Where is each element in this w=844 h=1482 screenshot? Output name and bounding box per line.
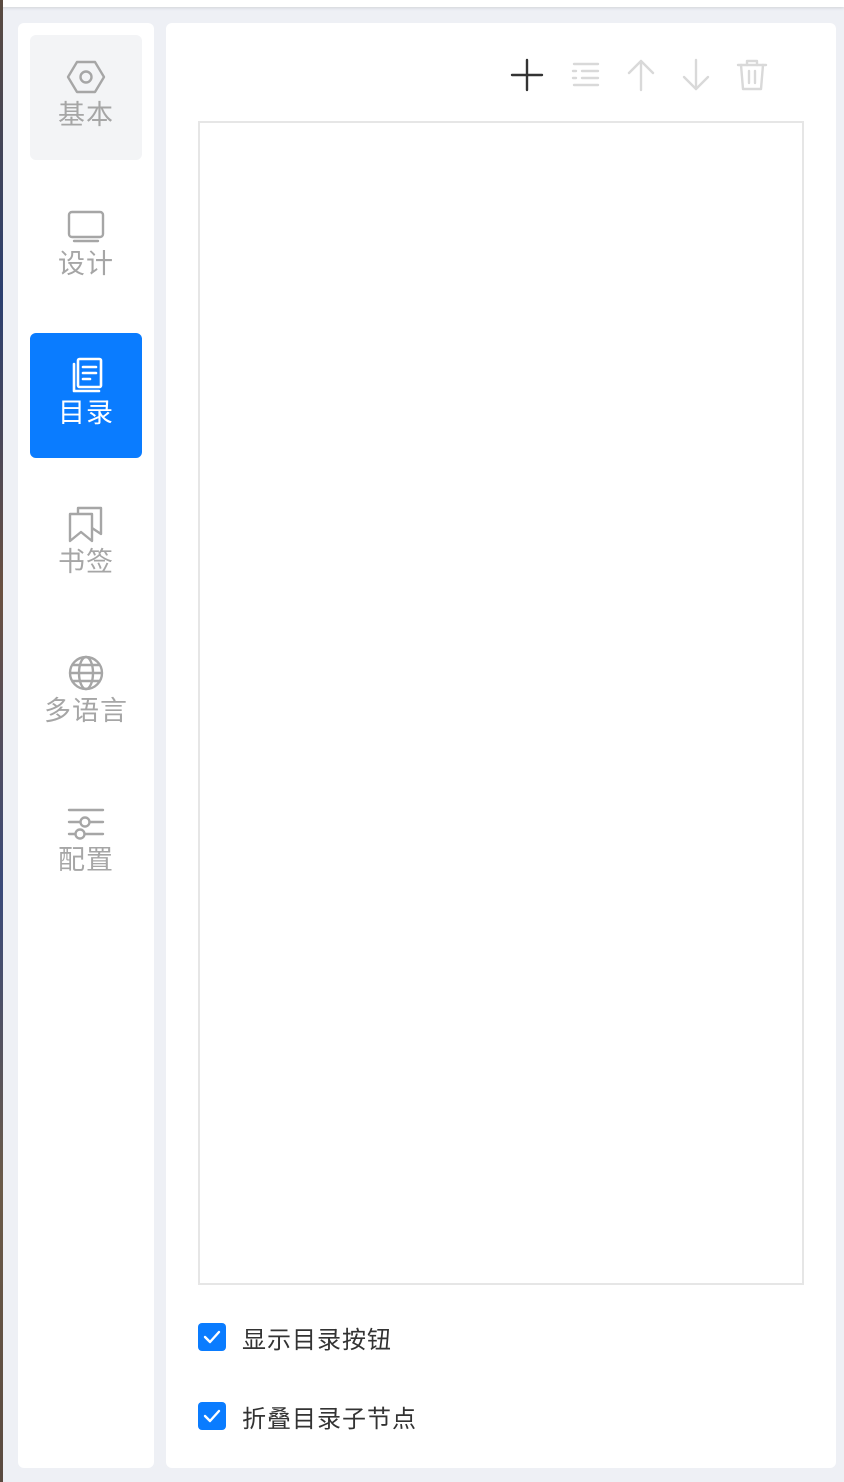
- show-catalog-button-option[interactable]: 显示目录按钮: [198, 1317, 392, 1357]
- check-icon: [203, 1409, 221, 1423]
- trash-icon: [736, 58, 768, 96]
- globe-icon: [66, 653, 106, 693]
- show-catalog-button-checkbox[interactable]: [198, 1323, 226, 1351]
- move-up-button[interactable]: [621, 57, 661, 97]
- sidebar-item-design[interactable]: 设计: [30, 184, 142, 309]
- arrow-down-icon: [680, 58, 712, 96]
- plus-icon: [510, 58, 544, 96]
- hexagon-nut-icon: [66, 57, 106, 97]
- indent-button[interactable]: [566, 57, 606, 97]
- sidebar-item-label: 目录: [58, 398, 114, 429]
- collapse-child-nodes-option[interactable]: 折叠目录子节点: [198, 1396, 417, 1436]
- sidebar-item-label: 设计: [58, 249, 114, 280]
- catalog-icon: [66, 355, 106, 395]
- sidebar-item-catalog[interactable]: 目录: [30, 333, 142, 458]
- background-edge: [0, 0, 3, 1482]
- sidebar-item-basic[interactable]: 基本: [30, 35, 142, 160]
- show-catalog-button-label: 显示目录按钮: [242, 1325, 392, 1354]
- sidebar-item-label: 书签: [58, 547, 114, 578]
- add-button[interactable]: [507, 57, 547, 97]
- sidebar: 基本 设计 目录 书签 多语言 配置: [18, 23, 154, 1468]
- collapse-child-nodes-checkbox[interactable]: [198, 1402, 226, 1430]
- sliders-icon: [66, 802, 106, 842]
- top-bar: [0, 0, 844, 7]
- collapse-child-nodes-label: 折叠目录子节点: [242, 1404, 417, 1433]
- bookmark-icon: [66, 504, 106, 544]
- sidebar-item-label: 基本: [58, 100, 114, 131]
- move-down-button[interactable]: [676, 57, 716, 97]
- sidebar-item-config[interactable]: 配置: [30, 780, 142, 905]
- sidebar-item-label: 配置: [58, 845, 114, 876]
- sidebar-item-multilanguage[interactable]: 多语言: [30, 631, 142, 756]
- sidebar-item-bookmark[interactable]: 书签: [30, 482, 142, 607]
- catalog-tree[interactable]: [198, 121, 804, 1285]
- check-icon: [203, 1330, 221, 1344]
- catalog-panel: 显示目录按钮 折叠目录子节点: [166, 23, 836, 1468]
- sidebar-item-label: 多语言: [44, 696, 128, 727]
- arrow-up-icon: [625, 58, 657, 96]
- monitor-icon: [66, 206, 106, 246]
- indent-list-icon: [570, 59, 602, 95]
- delete-button[interactable]: [732, 57, 772, 97]
